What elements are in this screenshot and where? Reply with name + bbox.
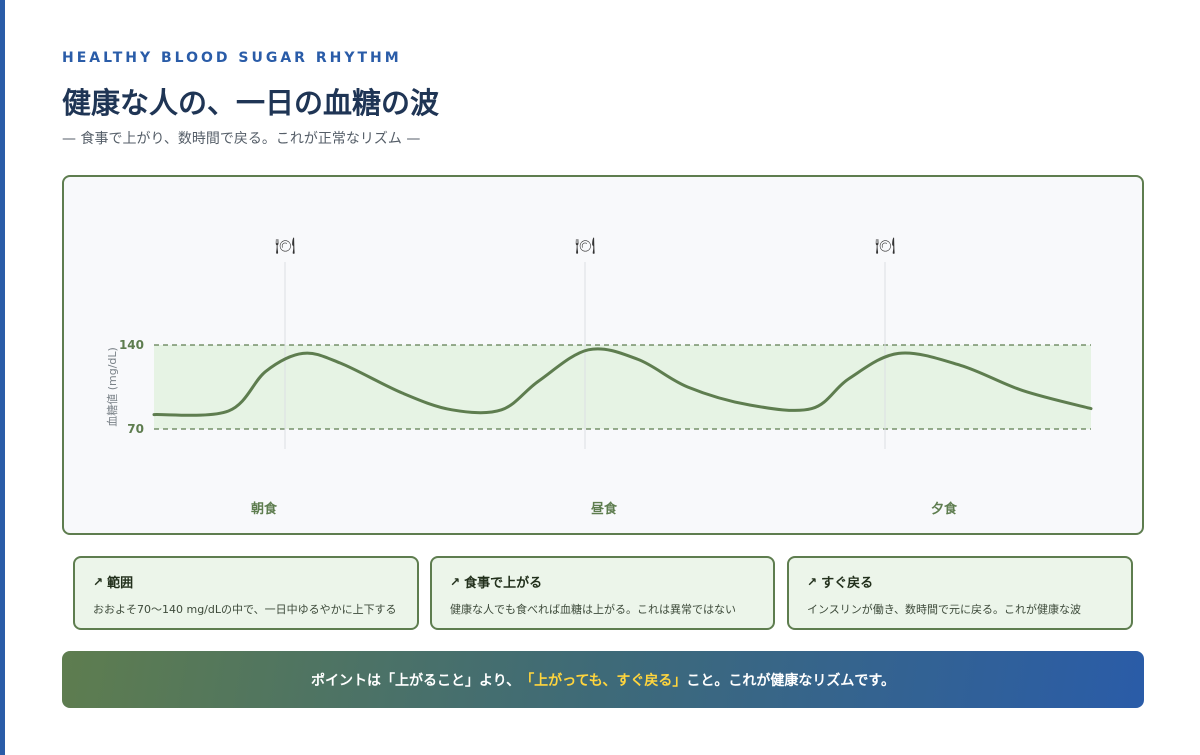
arrow-up-right-icon: ↗ [93,574,104,589]
banner-text-post: こと。これが健康なリズムです。 [686,672,895,689]
page-subtitle: — 食事で上がり、数時間で戻る。これが正常なリズム — [62,131,421,147]
card-body: インスリンが働き、数時間で元に戻る。これが健康な波 [807,603,1082,616]
meal-icon: 🍽 [875,236,895,255]
meal-label: 夕食 [931,501,958,517]
arrow-up-right-icon: ↗ [450,574,461,589]
arrow-up-right-icon: ↗ [807,574,818,589]
card-body: おおよそ70〜140 mg/dLの中で、一日中ゆるやかに上下する [93,603,397,616]
info-cards: ↗ 範囲 おおよそ70〜140 mg/dLの中で、一日中ゆるやかに上下する ↗ … [73,556,1133,630]
y-axis-label: 血糖値 (mg/dL) [105,347,119,427]
eyebrow: HEALTHY BLOOD SUGAR RHYTHM [62,50,402,66]
y-tick-label: 140 [119,338,144,352]
y-tick-label: 70 [127,422,144,436]
info-card-return: ↗ すぐ戻る インスリンが働き、数時間で元に戻る。これが健康な波 [787,556,1133,630]
blood-sugar-chart: 🍽 朝食 🍽 昼食 🍽 夕食 140 70 血糖値 (mg/dL) [105,236,1093,517]
chart-card: 🍽 朝食 🍽 昼食 🍽 夕食 140 70 血糖値 (mg/dL) [62,175,1144,535]
info-card-range: ↗ 範囲 おおよそ70〜140 mg/dLの中で、一日中ゆるやかに上下する [73,556,419,630]
meal-icon: 🍽 [575,236,595,255]
card-title: 範囲 [107,576,134,591]
banner-highlight: 「上がっても、すぐ戻る」 [520,672,687,689]
card-title: すぐ戻る [821,576,874,591]
meal-label: 昼食 [591,501,618,517]
point-banner: ポイントは「上がること」より、 「上がっても、すぐ戻る」 こと。これが健康なリズ… [62,651,1144,708]
card-title: 食事で上がる [464,576,543,591]
meal-label: 朝食 [251,501,278,517]
normal-range-band [154,345,1091,429]
card-body: 健康な人でも食べれば血糖は上がる。これは異常ではない [450,603,736,616]
accent-bar [0,0,5,755]
meal-icon: 🍽 [275,236,295,255]
banner-text-pre: ポイントは「上がること」より、 [311,672,521,689]
info-card-rise: ↗ 食事で上がる 健康な人でも食べれば血糖は上がる。これは異常ではない [430,556,775,630]
page-title: 健康な人の、一日の血糖の波 [62,86,440,120]
